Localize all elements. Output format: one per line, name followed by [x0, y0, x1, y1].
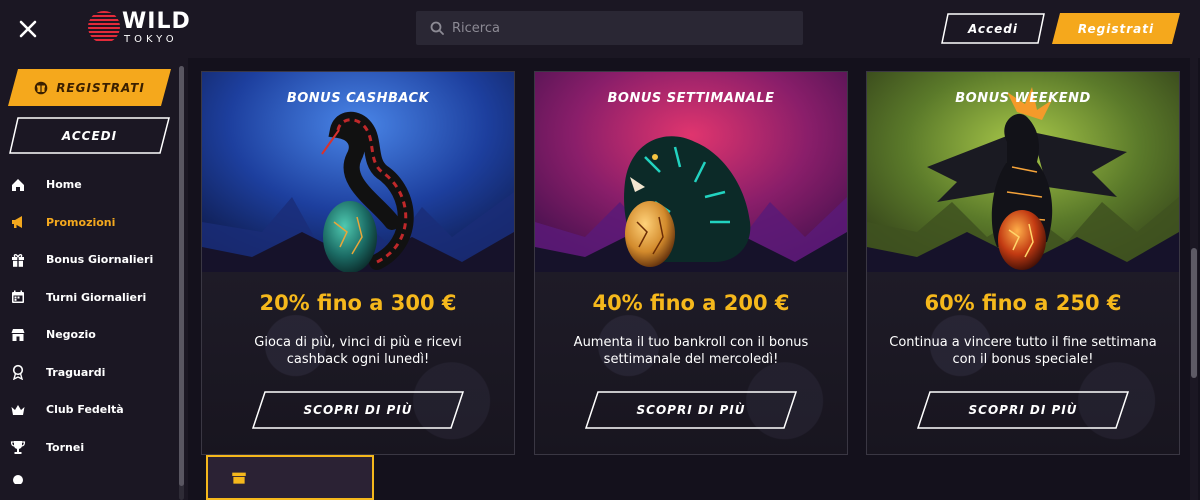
sidebar-item-partial[interactable]	[0, 466, 176, 486]
promotions-grid: BONUS CASHBACK 20% fino a 300 € Gioca di…	[188, 58, 1188, 500]
megaphone-icon	[12, 216, 22, 229]
crown-icon	[11, 404, 25, 415]
promo-card-cashback: BONUS CASHBACK 20% fino a 300 € Gioca di…	[201, 71, 515, 455]
coin-gift-icon	[34, 81, 48, 94]
learn-more-label: SCOPRI DI PIÙ	[303, 403, 413, 417]
shop-icon	[11, 328, 25, 341]
gift-icon	[232, 472, 246, 484]
sidebar-nav: Home Promozioni Bonus Giornalieri Turni …	[0, 166, 176, 486]
card-offer: 60% fino a 250 €	[924, 291, 1122, 315]
header-register-button[interactable]: Registrati	[1052, 13, 1180, 44]
sidebar-item-label: Bonus Giornalieri	[46, 253, 154, 267]
learn-more-label: SCOPRI DI PIÙ	[968, 403, 1078, 417]
learn-more-button[interactable]: SCOPRI DI PIÙ	[251, 391, 465, 429]
sidebar-item-label: Promozioni	[46, 215, 116, 229]
circle-icon	[13, 475, 23, 484]
sidebar-item-promozioni[interactable]: Promozioni	[0, 204, 176, 242]
header-register-label: Registrati	[1077, 21, 1155, 36]
sidebar-item-label: Traguardi	[46, 365, 106, 379]
sidebar-item-club-fedelta[interactable]: Club Fedeltà	[0, 391, 176, 429]
trophy-icon	[10, 441, 26, 455]
sidebar-register-label: REGISTRATI	[56, 80, 145, 95]
promo-card-settimanale: BONUS SETTIMANALE 40% fino a 200 € Aumen…	[534, 71, 848, 455]
card-title: BONUS WEEKEND	[955, 91, 1091, 106]
search-input[interactable]	[452, 11, 792, 45]
close-icon[interactable]	[14, 15, 42, 43]
header-login-label: Accedi	[968, 21, 1018, 36]
sidebar-scrollbar[interactable]	[179, 66, 184, 500]
learn-more-button[interactable]: SCOPRI DI PIÙ	[584, 391, 798, 429]
sidebar-register-button[interactable]: REGISTRATI	[8, 69, 171, 106]
medal-icon	[12, 365, 24, 381]
sidebar: REGISTRATI ACCEDI Home Promozioni Bonus …	[0, 58, 188, 500]
sidebar-login-button[interactable]: ACCEDI	[8, 117, 171, 154]
learn-more-button[interactable]: SCOPRI DI PIÙ	[916, 391, 1130, 429]
top-bar: WILD TOKYO Accedi Registrati	[0, 0, 1200, 58]
logo[interactable]: WILD TOKYO	[88, 9, 191, 49]
logo-emblem-icon	[88, 11, 120, 43]
search-bar[interactable]	[416, 11, 803, 45]
sidebar-login-label: ACCEDI	[61, 128, 118, 143]
sidebar-item-turni-giornalieri[interactable]: Turni Giornalieri	[0, 279, 176, 317]
search-icon	[430, 21, 444, 35]
main-scrollbar-thumb[interactable]	[1191, 248, 1197, 378]
header-login-button[interactable]: Accedi	[940, 13, 1046, 44]
logo-sub-text: TOKYO	[124, 34, 178, 45]
sidebar-item-traguardi[interactable]: Traguardi	[0, 354, 176, 392]
card-title: BONUS CASHBACK	[286, 91, 430, 106]
card-description: Gioca di più, vinci di più e ricevi cash…	[254, 335, 462, 367]
main-scrollbar[interactable]	[1190, 58, 1198, 500]
sidebar-item-label: Home	[46, 178, 82, 192]
sidebar-item-label: Negozio	[46, 328, 96, 342]
sidebar-item-negozio[interactable]: Negozio	[0, 316, 176, 354]
learn-more-label: SCOPRI DI PIÙ	[636, 403, 746, 417]
card-title: BONUS SETTIMANALE	[607, 91, 775, 106]
card-description: Continua a vincere tutto il fine settima…	[889, 335, 1157, 367]
calendar-icon	[12, 290, 24, 304]
sidebar-item-label: Turni Giornalieri	[46, 290, 147, 304]
home-icon	[12, 178, 24, 191]
sidebar-item-home[interactable]: Home	[0, 166, 176, 204]
sidebar-item-bonus-giornalieri[interactable]: Bonus Giornalieri	[0, 241, 176, 279]
sidebar-item-label: Tornei	[46, 440, 85, 454]
card-offer: 20% fino a 300 €	[259, 291, 457, 315]
gift-icon	[12, 253, 24, 267]
sidebar-scrollbar-thumb[interactable]	[179, 66, 184, 486]
promo-card-weekend: BONUS WEEKEND 60% fino a 250 € Continua …	[866, 71, 1180, 455]
sidebar-item-tornei[interactable]: Tornei	[0, 429, 176, 467]
logo-main-text: WILD	[122, 9, 191, 34]
partial-promo-button[interactable]	[206, 455, 374, 500]
card-description: Aumenta il tuo bankroll con il bonus set…	[573, 335, 809, 367]
card-offer: 40% fino a 200 €	[592, 291, 790, 315]
sidebar-item-label: Club Fedeltà	[46, 403, 124, 417]
